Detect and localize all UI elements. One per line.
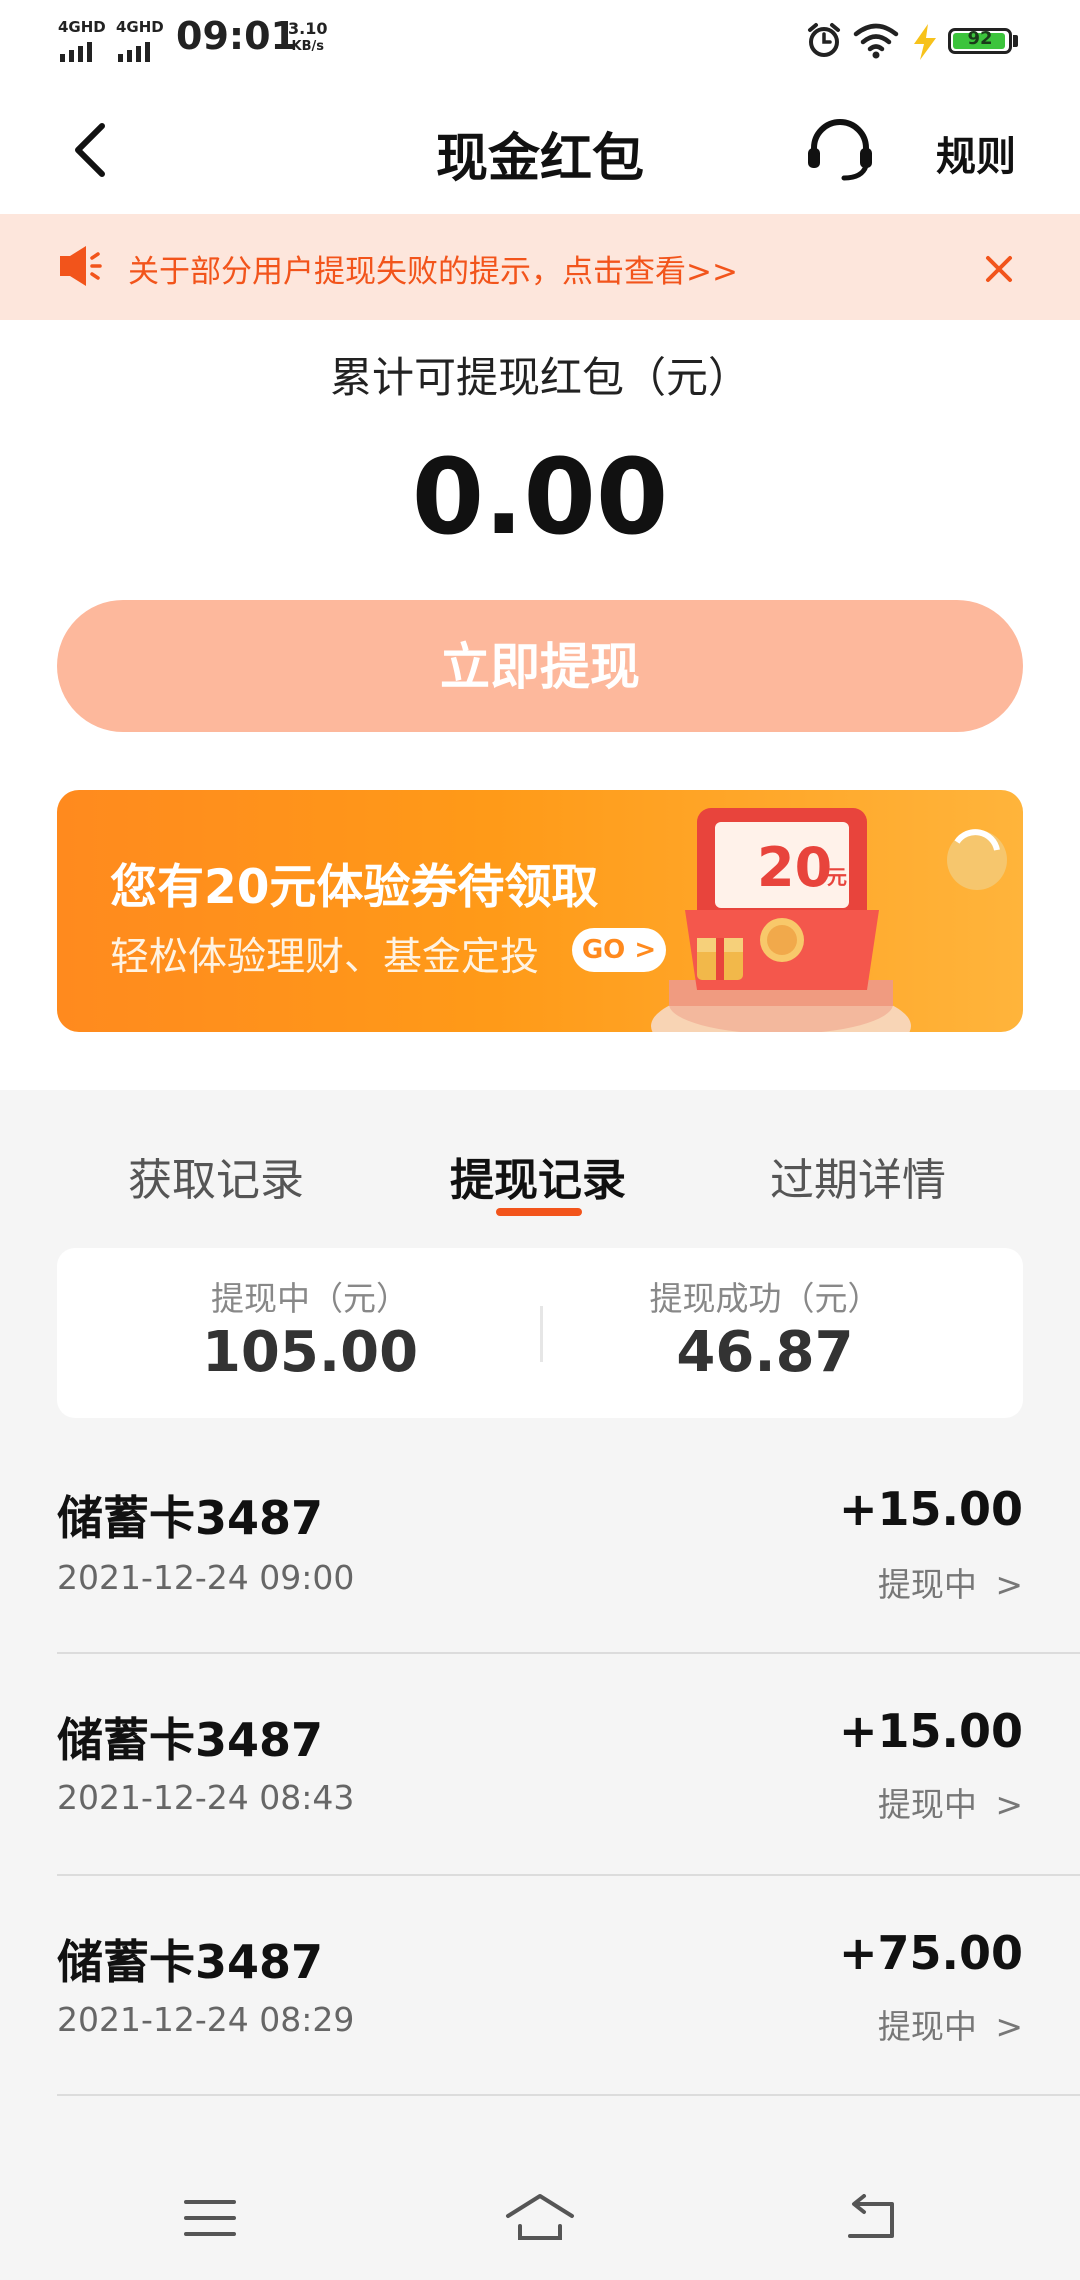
pending-label: 提现中（元）	[211, 1279, 409, 1318]
close-icon[interactable]	[984, 254, 1014, 284]
net-speed-unit: KB/s	[291, 39, 324, 54]
record-name: 储蓄卡3487	[57, 1935, 324, 1989]
customer-service-button[interactable]	[804, 118, 876, 184]
record-divider	[57, 1874, 1080, 1876]
record-name: 储蓄卡3487	[57, 1491, 324, 1545]
record-status[interactable]: 提现中 >	[878, 1778, 1023, 1826]
record-date: 2021-12-24 08:29	[57, 2000, 355, 2039]
speaker-icon	[60, 246, 102, 286]
battery-indicator: 92	[948, 28, 1012, 54]
signal-2-label: 4GHD	[116, 18, 164, 36]
tab-acquire-records[interactable]: 获取记录	[128, 1144, 304, 1208]
success-value: 46.87	[676, 1320, 854, 1385]
coupon-unit: 元	[827, 865, 847, 889]
record-status[interactable]: 提现中 >	[878, 1558, 1023, 1606]
chevron-right-icon: >	[995, 1565, 1023, 1604]
banner-title: 您有20元体验券待领取	[110, 860, 599, 915]
record-amount: +75.00	[838, 1926, 1023, 1980]
record-status-label: 提现中	[877, 2007, 977, 2046]
net-speed-value: 3.10	[288, 19, 328, 38]
tab-expired-details[interactable]: 过期详情	[770, 1144, 946, 1208]
page-title: 现金红包	[435, 129, 644, 189]
chevron-right-icon: >	[995, 1785, 1023, 1824]
record-name: 储蓄卡3487	[57, 1713, 324, 1767]
success-label: 提现成功（元）	[649, 1279, 881, 1318]
chevron-right-icon: >	[625, 935, 657, 965]
active-tab-indicator	[496, 1208, 582, 1216]
withdraw-button[interactable]: 立即提现	[57, 600, 1023, 732]
balance-amount: 0.00	[411, 436, 669, 558]
charging-bolt-icon	[914, 24, 936, 60]
rules-link[interactable]: 规则	[936, 124, 1016, 182]
record-status[interactable]: 提现中 >	[878, 2000, 1023, 2048]
record-status-label: 提现中	[877, 1565, 977, 1604]
chevron-right-icon: >	[995, 2007, 1023, 2046]
home-icon[interactable]	[504, 2190, 576, 2244]
coupon-amount: 20	[757, 836, 832, 899]
record-amount: +15.00	[838, 1704, 1023, 1758]
summary-divider	[540, 1306, 543, 1362]
menu-icon[interactable]	[182, 2196, 238, 2240]
tab-withdraw-records[interactable]: 提现记录	[450, 1144, 626, 1208]
record-date: 2021-12-24 08:43	[57, 1778, 355, 1817]
battery-tip	[1013, 35, 1018, 47]
net-speed: 3.10 KB/s	[288, 20, 327, 56]
wifi-icon	[853, 23, 899, 59]
record-amount: +15.00	[838, 1482, 1023, 1536]
record-divider	[57, 1652, 1080, 1654]
battery-level: 92	[967, 28, 993, 49]
banner-subtitle: 轻松体验理财、基金定投	[110, 935, 540, 980]
go-button[interactable]: GO >	[572, 928, 666, 972]
back-nav-icon[interactable]	[842, 2194, 898, 2242]
go-label: GO	[581, 935, 626, 965]
pending-value: 105.00	[201, 1320, 419, 1385]
status-time: 09:01	[176, 14, 297, 58]
record-date: 2021-12-24 09:00	[57, 1558, 355, 1597]
notice-text[interactable]: 关于部分用户提现失败的提示，点击查看>>	[128, 246, 738, 291]
record-divider	[57, 2094, 1080, 2096]
alarm-icon	[808, 23, 840, 57]
signal-1-label: 4GHD	[58, 18, 106, 36]
balance-label: 累计可提现红包（元）	[329, 353, 750, 402]
record-status-label: 提现中	[877, 1785, 977, 1824]
